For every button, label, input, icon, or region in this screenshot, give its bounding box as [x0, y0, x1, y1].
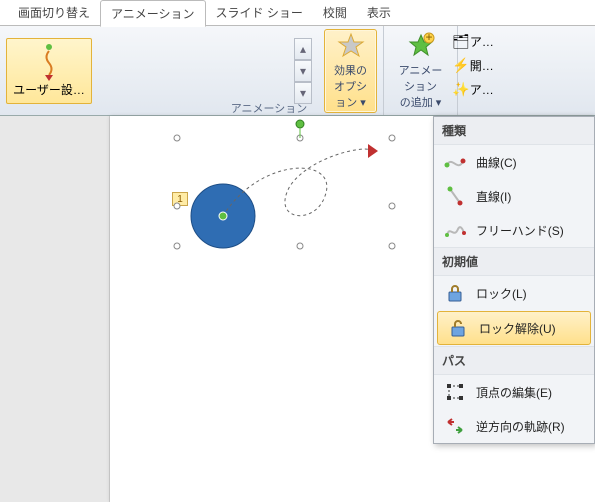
curve-icon [444, 151, 466, 173]
menu-item-curve[interactable]: 曲線(C) [434, 145, 594, 179]
menu-item-edit-points[interactable]: 頂点の編集(E) [434, 375, 594, 409]
side-icon-group: 🗂 ア… ⚡ 開… ✨ ア… [458, 26, 488, 115]
slide-rail [0, 116, 110, 502]
menu-label: ロック解除(U) [479, 320, 556, 337]
user-path-icon [34, 43, 64, 81]
tab-slideshow[interactable]: スライド ショー [206, 0, 313, 25]
menu-label: 頂点の編集(E) [476, 384, 552, 401]
menu-label: フリーハンド(S) [476, 222, 564, 239]
ribbon-tabs: 画面切り替え アニメーション スライド ショー 校閲 表示 [0, 0, 595, 26]
unlock-icon [447, 317, 469, 339]
menu-item-reverse[interactable]: 逆方向の軌跡(R) [434, 409, 594, 443]
tab-animations[interactable]: アニメーション [100, 0, 206, 27]
animation-gallery: ユーザー設… ▴ ▾ ▾ アニメーション [0, 26, 318, 115]
menu-header-initial: 初期値 [434, 247, 594, 276]
menu-header-type: 種類 [434, 117, 594, 145]
gallery-item-user-path[interactable]: ユーザー設… [6, 38, 92, 104]
menu-label: 直線(I) [476, 188, 511, 205]
group-label-animation: アニメーション [110, 99, 428, 117]
star-icon [337, 32, 365, 60]
tab-view[interactable]: 表示 [357, 0, 401, 25]
tab-review[interactable]: 校閲 [313, 0, 357, 25]
menu-label: 曲線(C) [476, 154, 517, 171]
menu-header-path: パス [434, 346, 594, 375]
gallery-item-label: ユーザー設… [13, 81, 85, 98]
gallery-down[interactable]: ▾ [294, 60, 312, 82]
line-icon [444, 185, 466, 207]
effect-options-menu: 種類 曲線(C) 直線(I) フリーハンド(S) 初期値 ロック(L) ロック解… [433, 116, 595, 444]
ribbon: ユーザー設… ▴ ▾ ▾ アニメーション 効果の オプション ▾ + アニメーシ… [0, 26, 595, 116]
menu-item-lock[interactable]: ロック(L) [434, 276, 594, 310]
menu-label: 逆方向の軌跡(R) [476, 418, 565, 435]
tab-transitions[interactable]: 画面切り替え [8, 0, 100, 25]
painter-icon[interactable]: ✨ ア… [462, 80, 484, 98]
menu-item-unlock[interactable]: ロック解除(U) [437, 311, 591, 345]
menu-item-line[interactable]: 直線(I) [434, 179, 594, 213]
menu-item-freehand[interactable]: フリーハンド(S) [434, 213, 594, 247]
motion-path-drawing [110, 116, 430, 356]
menu-label: ロック(L) [476, 285, 527, 302]
pane-icon[interactable]: 🗂 ア… [462, 32, 484, 50]
freehand-icon [444, 219, 466, 241]
edit-points-icon [444, 381, 466, 403]
lock-icon [444, 282, 466, 304]
reverse-icon [444, 415, 466, 437]
gallery-scroll: ▴ ▾ ▾ [294, 38, 312, 104]
trigger-icon[interactable]: ⚡ 開… [462, 56, 484, 74]
add-star-icon: + [407, 32, 435, 60]
gallery-up[interactable]: ▴ [294, 38, 312, 60]
svg-text:+: + [425, 32, 432, 44]
